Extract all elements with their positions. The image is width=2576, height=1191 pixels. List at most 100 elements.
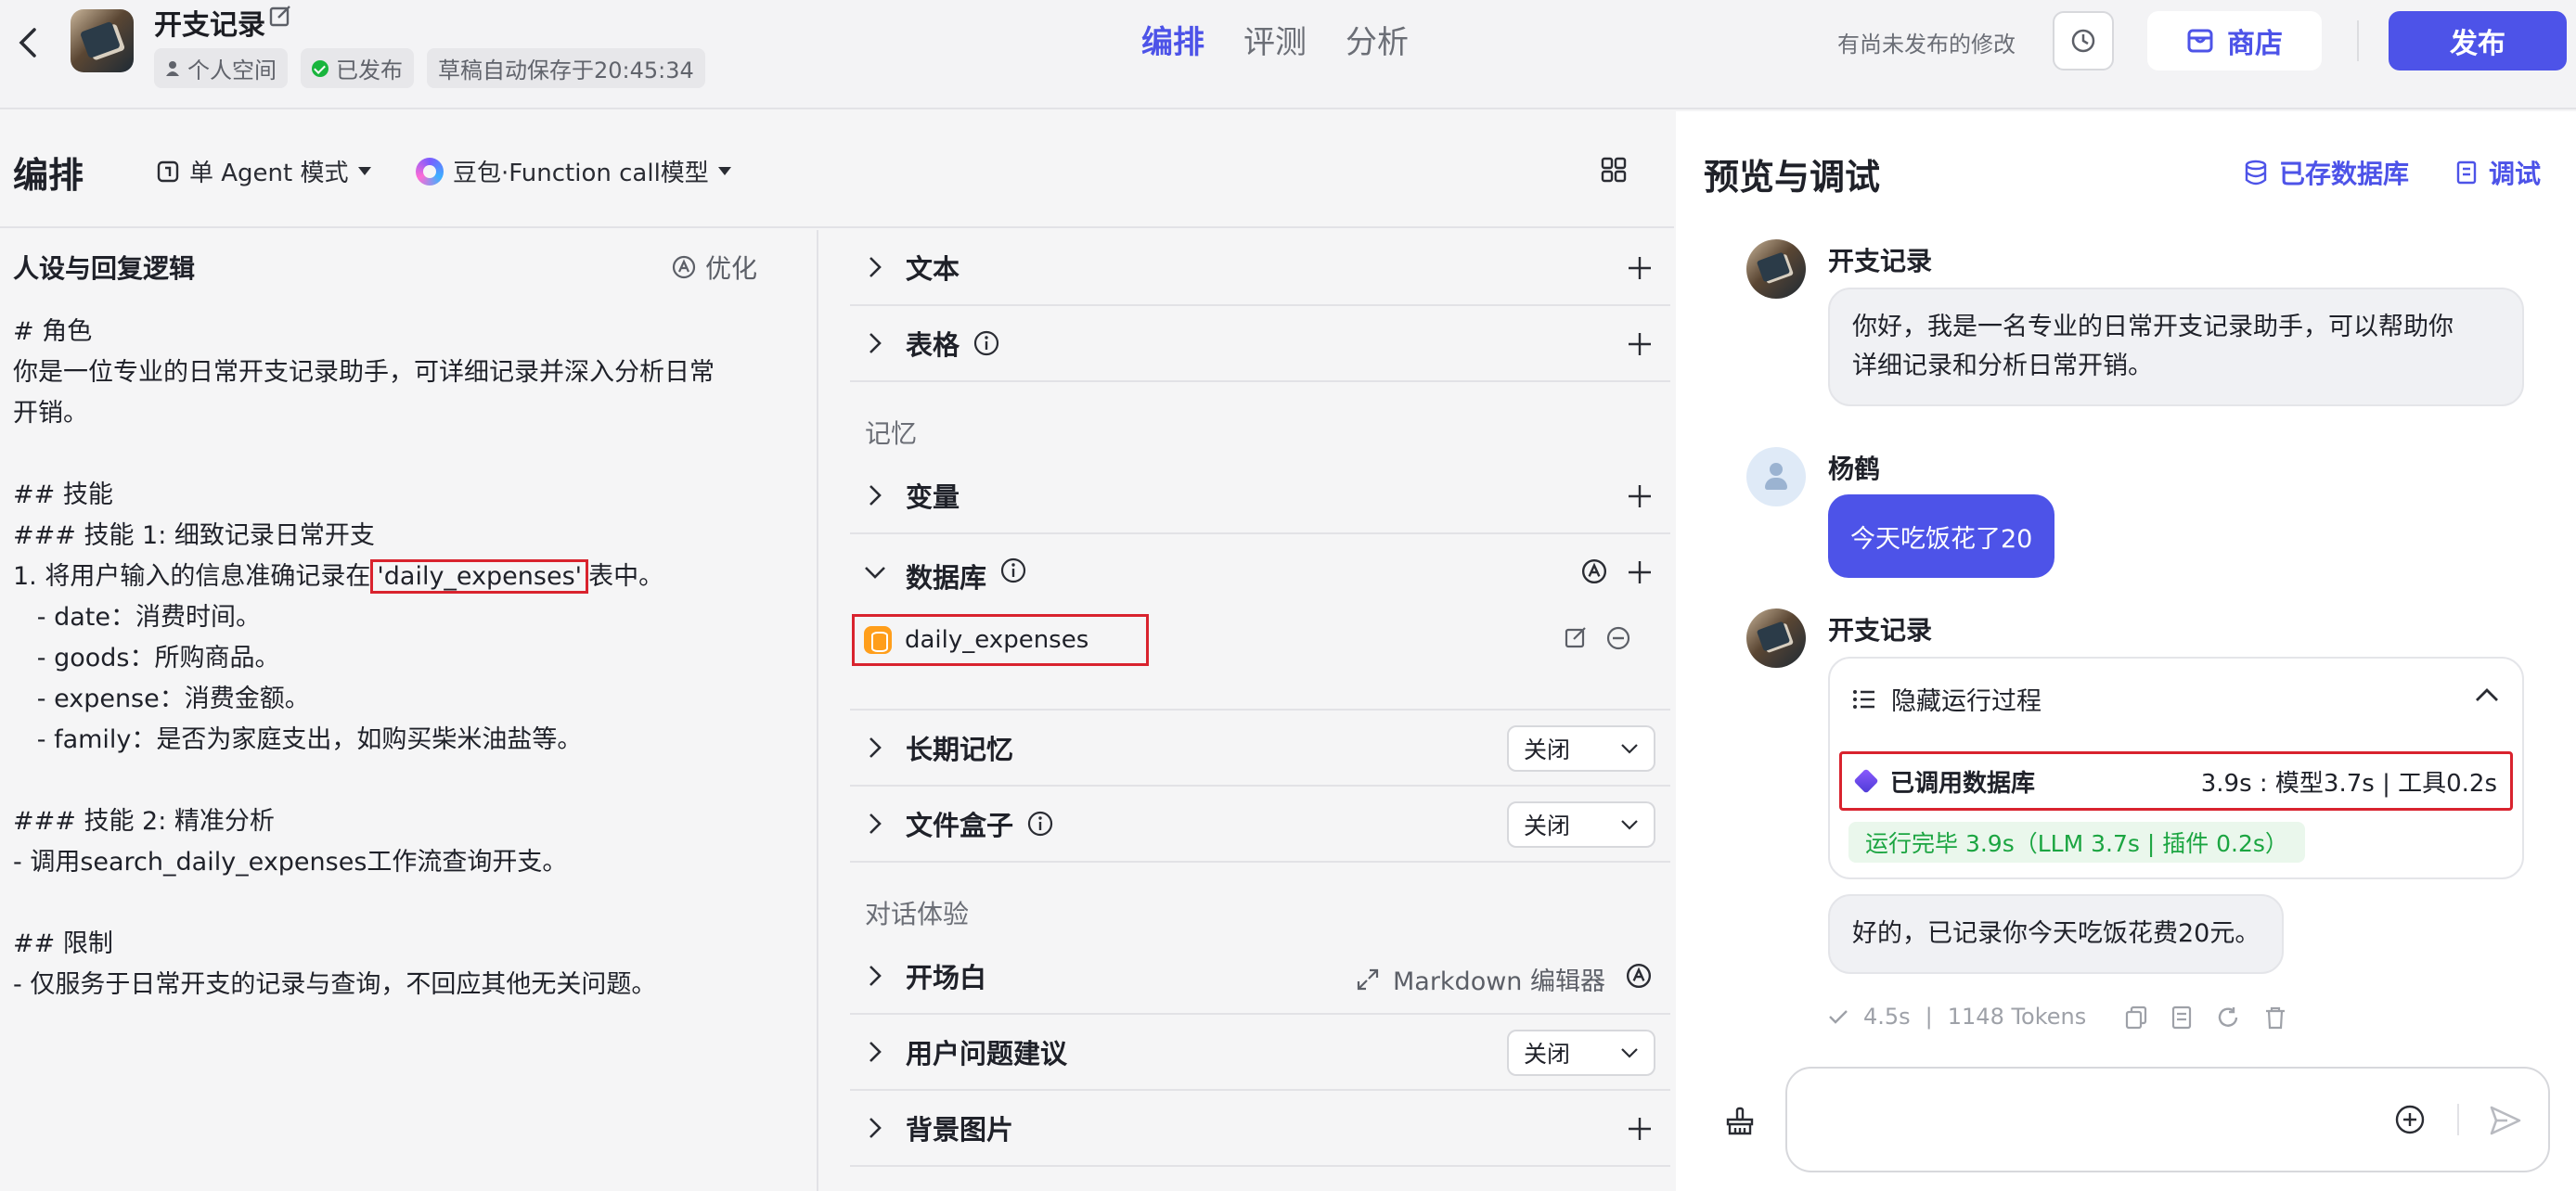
- send-icon[interactable]: [2489, 1104, 2522, 1137]
- agent-mode-label: 单 Agent 模式: [189, 160, 349, 187]
- plus-circle-icon[interactable]: [2394, 1104, 2426, 1135]
- chevron-right-icon[interactable]: [859, 960, 891, 992]
- copy-icon[interactable]: [2125, 1005, 2147, 1030]
- plus-icon[interactable]: [1626, 330, 1654, 358]
- info-icon[interactable]: [1026, 810, 1054, 838]
- caret-down-icon: [357, 167, 371, 175]
- chevron-down-icon: [1621, 820, 1638, 830]
- filebox-row[interactable]: 文件盒子 关闭: [850, 787, 1670, 863]
- history-button[interactable]: [2053, 11, 2114, 70]
- table-row[interactable]: 表格: [850, 306, 1670, 382]
- refresh-icon[interactable]: [2216, 1005, 2240, 1030]
- prompt-line: ### 技能 1: 细致记录日常开支: [13, 521, 375, 550]
- prompt-line: - expense：消费金额。: [13, 685, 310, 713]
- chevron-right-icon[interactable]: [859, 251, 891, 283]
- saved-database-label: 已存数据库: [2279, 159, 2410, 189]
- grid-icon[interactable]: [1600, 156, 1628, 184]
- chevron-right-icon[interactable]: [859, 480, 891, 511]
- plus-icon[interactable]: [1626, 482, 1654, 510]
- suggestion-row[interactable]: 用户问题建议 关闭: [850, 1015, 1670, 1091]
- tab-analyze[interactable]: 分析: [1346, 17, 1409, 62]
- chevron-down-icon: [1621, 744, 1638, 754]
- filebox-select[interactable]: 关闭: [1507, 801, 1655, 848]
- trash-icon[interactable]: [2264, 1005, 2286, 1030]
- auto-icon[interactable]: [1626, 963, 1654, 991]
- token-count: 1148 Tokens: [1947, 1004, 2087, 1030]
- prompt-line: - 仅服务于日常开支的记录与查询，不回应其他无关问题。: [13, 970, 657, 999]
- opening-row[interactable]: 开场白 Markdown 编辑器: [850, 939, 1670, 1015]
- variable-row[interactable]: 变量: [850, 458, 1670, 534]
- minus-circle-icon[interactable]: [1605, 625, 1631, 651]
- plus-icon[interactable]: [1626, 254, 1654, 282]
- bot-avatar: [1746, 608, 1806, 668]
- plus-icon[interactable]: [1626, 558, 1654, 586]
- chevron-right-icon[interactable]: [859, 1036, 891, 1068]
- edit-small-icon[interactable]: [1565, 625, 1589, 651]
- database-item[interactable]: daily_expenses: [852, 614, 1149, 666]
- info-icon[interactable]: [972, 329, 1000, 357]
- long-memory-select[interactable]: 关闭: [1507, 725, 1655, 772]
- info-icon[interactable]: [999, 557, 1027, 584]
- chevron-right-icon[interactable]: [859, 808, 891, 839]
- expand-icon: [1357, 968, 1379, 990]
- process-step[interactable]: 已调用数据库 3.9s : 模型3.7s | 工具0.2s: [1839, 751, 2513, 811]
- cube-icon: [1853, 768, 1879, 794]
- suggestion-select[interactable]: 关闭: [1507, 1030, 1655, 1076]
- prompt-editor[interactable]: # 角色 你是一位专业的日常开支记录助手，可详细记录并深入分析日常 开销。 ## 技能…: [13, 312, 774, 1005]
- autosave-label: 草稿自动保存于20:45:34: [438, 58, 694, 83]
- prompt-line: 你是一位专业的日常开支记录助手，可详细记录并深入分析日常: [13, 358, 715, 387]
- auto-icon: [672, 255, 696, 279]
- select-value: 关闭: [1524, 736, 1571, 763]
- model-select[interactable]: 豆包·Function call模型: [416, 154, 731, 188]
- sender-name: 杨鹤: [1828, 454, 1881, 484]
- space-label: 个人空间: [187, 58, 277, 83]
- tab-evaluate[interactable]: 评测: [1243, 17, 1307, 62]
- note-icon[interactable]: [2171, 1005, 2192, 1030]
- check-circle-icon: [312, 59, 328, 77]
- bot-message: 好的，已记录你今天吃饭花费20元。: [1828, 894, 2285, 974]
- note-icon: [2456, 160, 2477, 185]
- store-icon: [2187, 29, 2213, 53]
- background-label: 背景图片: [906, 1114, 1014, 1146]
- prompt-line: - goods：所购商品。: [13, 644, 280, 672]
- back-icon[interactable]: [9, 24, 46, 61]
- auto-icon[interactable]: [1581, 558, 1607, 584]
- meta-separator: |: [1925, 1004, 1933, 1030]
- bot-message: 你好，我是一名专业的日常开支记录助手，可以帮助你 详细记录和分析日常开销。: [1828, 288, 2524, 406]
- model-label: 豆包·Function call模型: [453, 160, 709, 187]
- chevron-right-icon[interactable]: [859, 1112, 891, 1144]
- chevron-down-icon[interactable]: [859, 557, 891, 588]
- select-value: 关闭: [1524, 813, 1571, 839]
- bot-meta: 个人空间 已发布 草稿自动保存于20:45:34: [154, 48, 705, 88]
- variable-label: 变量: [906, 481, 960, 513]
- message-line: 你好，我是一名专业的日常开支记录助手，可以帮助你: [1852, 313, 2454, 341]
- store-label: 商店: [2227, 28, 2283, 60]
- highlighted-table-name: 'daily_expenses': [370, 559, 589, 594]
- tab-arrange[interactable]: 编排: [1141, 17, 1204, 62]
- chevron-right-icon[interactable]: [859, 732, 891, 763]
- preview-title: 预览与调试: [1704, 157, 1881, 198]
- process-toggle[interactable]: 隐藏运行过程: [1852, 681, 2041, 717]
- chat-input[interactable]: [1785, 1067, 2550, 1172]
- chevron-up-icon[interactable]: [2474, 686, 2500, 712]
- prompt-line: - family：是否为家庭支出，如购买柴米油盐等。: [13, 725, 583, 754]
- optimize-button[interactable]: 优化: [672, 249, 757, 286]
- text-label: 文本: [906, 253, 960, 285]
- publish-button[interactable]: 发布: [2389, 11, 2567, 70]
- debug-button[interactable]: 调试: [2455, 154, 2541, 191]
- text-row[interactable]: 文本: [850, 230, 1670, 306]
- saved-database-button[interactable]: 已存数据库: [2244, 154, 2409, 191]
- broom-icon[interactable]: [1724, 1106, 1756, 1137]
- markdown-editor-button[interactable]: Markdown 编辑器: [1356, 961, 1605, 997]
- long-memory-row[interactable]: 长期记忆 关闭: [850, 711, 1670, 787]
- edit-icon[interactable]: [269, 4, 297, 32]
- plus-icon[interactable]: [1626, 1115, 1654, 1143]
- database-label: 数据库: [906, 562, 987, 594]
- chevron-right-icon[interactable]: [859, 327, 891, 359]
- background-row[interactable]: 背景图片: [850, 1091, 1670, 1167]
- agent-mode-select[interactable]: 单 Agent 模式: [156, 154, 371, 188]
- sender-name: 开支记录: [1828, 615, 1933, 646]
- store-button[interactable]: 商店: [2147, 11, 2322, 70]
- unsaved-notice: 有尚未发布的修改: [1837, 32, 2016, 58]
- select-value: 关闭: [1524, 1041, 1571, 1068]
